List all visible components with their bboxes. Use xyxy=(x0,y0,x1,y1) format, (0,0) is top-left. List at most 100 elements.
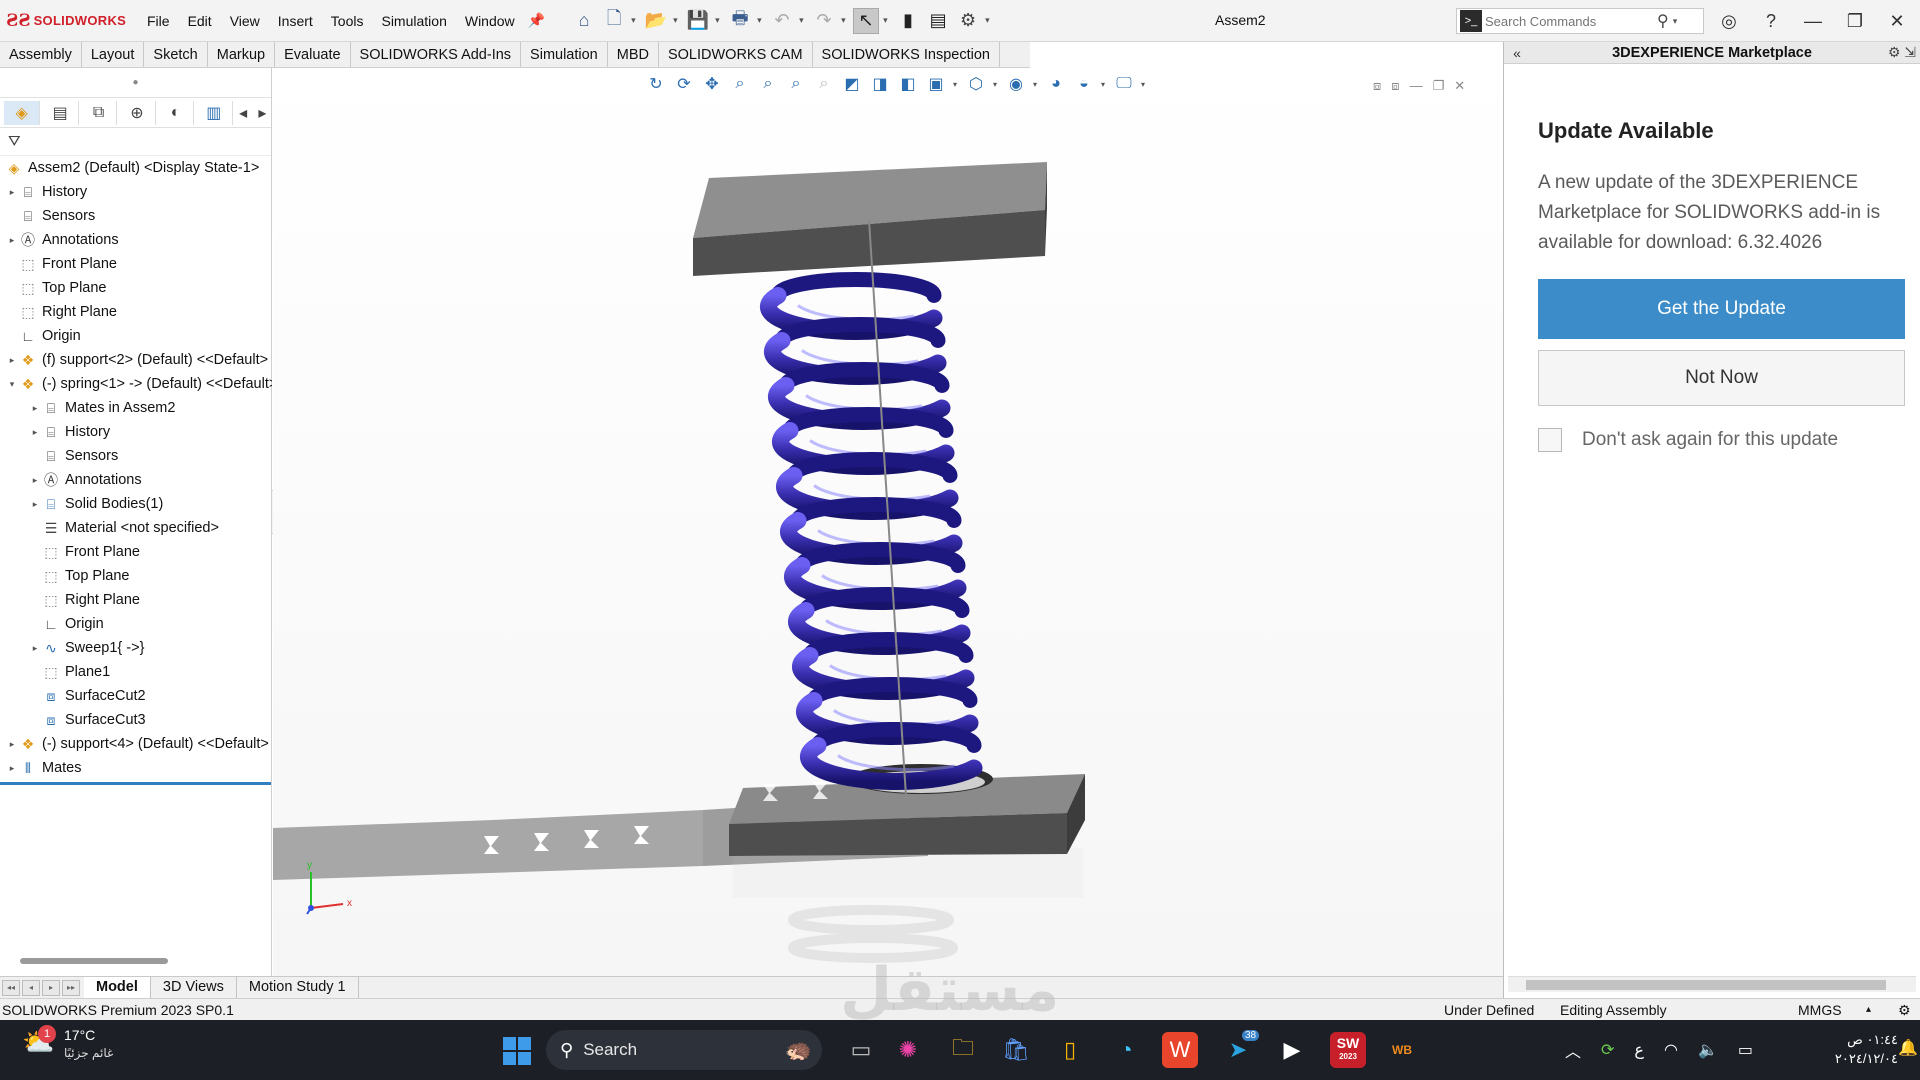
edge-browser-icon[interactable]: ◔ xyxy=(1108,1032,1144,1068)
copilot-icon[interactable]: ✺ xyxy=(890,1032,926,1068)
expand-arrow-icon[interactable]: ▸ xyxy=(29,427,41,438)
tree-item-top-plane[interactable]: ⬚ Top Plane xyxy=(18,276,106,300)
tree-item-history[interactable]: ▸ ⌸ History xyxy=(6,180,87,204)
pan-icon[interactable]: ✥ xyxy=(701,74,723,94)
tab-motion-study-1[interactable]: Motion Study 1 xyxy=(237,977,359,998)
tree-item-origin[interactable]: ∟ Origin xyxy=(18,324,81,348)
search-dropdown-icon[interactable]: ▾ xyxy=(1673,16,1678,27)
tree-item-sweep1[interactable]: ▸ ∿ Sweep1{ ->} xyxy=(29,636,145,660)
tab-solidworks-inspection[interactable]: SOLIDWORKS Inspection xyxy=(813,42,1000,67)
google-keep-icon[interactable]: ▯ xyxy=(1052,1032,1088,1068)
weather-widget[interactable]: ⛅ 1 17°C غائم جزئيًا xyxy=(22,1025,113,1062)
scene-dropdown-icon[interactable]: ▾ xyxy=(1101,80,1107,89)
tab-layout[interactable]: Layout xyxy=(82,42,145,67)
hide-show-icon[interactable]: ⬡ xyxy=(965,74,987,94)
telegram-icon[interactable]: ➤ 38 xyxy=(1220,1030,1260,1068)
tile-left-icon[interactable]: ⧈ xyxy=(1373,78,1381,94)
tree-item-history-2[interactable]: ▸ ⌸ History xyxy=(29,420,110,444)
filter-icon[interactable]: ⛛ xyxy=(0,128,271,156)
task-pane-scrollbar[interactable] xyxy=(1508,976,1916,992)
media-player-icon[interactable]: ▶ xyxy=(1274,1032,1310,1068)
zoom-to-fit-icon[interactable]: ⌕ xyxy=(729,75,751,93)
pin-menu-icon[interactable]: 📌 xyxy=(528,12,545,29)
menu-edit[interactable]: Edit xyxy=(179,0,221,42)
expand-arrow-icon[interactable]: ▸ xyxy=(6,763,18,774)
print-dropdown-icon[interactable]: ▾ xyxy=(757,15,765,26)
minimize-icon[interactable]: — xyxy=(1799,11,1827,32)
home-icon[interactable]: ⌂ xyxy=(571,8,597,34)
collapse-arrow-icon[interactable]: ▾ xyxy=(6,379,18,390)
cam-tab-icon[interactable]: ▥ xyxy=(196,100,233,125)
tab-sketch[interactable]: Sketch xyxy=(144,42,208,67)
expand-arrow-icon[interactable]: ▸ xyxy=(29,475,41,486)
viewport-minimize-icon[interactable]: — xyxy=(1410,78,1423,94)
tree-item-mates[interactable]: ▸ ⫴ Mates xyxy=(6,756,82,777)
undo-icon[interactable]: ↶ xyxy=(769,8,795,34)
configuration-manager-tab-icon[interactable]: ⧉ xyxy=(81,100,118,125)
tab-scroll-left-icon[interactable]: ◂ xyxy=(235,101,252,125)
input-language-indicator[interactable]: ع xyxy=(1634,1040,1644,1060)
tab-3d-views[interactable]: 3D Views xyxy=(151,977,237,998)
expand-arrow-icon[interactable]: ▸ xyxy=(6,739,18,750)
open-dropdown-icon[interactable]: ▾ xyxy=(673,15,681,26)
tree-item-top-plane-2[interactable]: ⬚ Top Plane xyxy=(41,564,129,588)
section-view-icon[interactable]: ◩ xyxy=(841,74,863,94)
tab-solidworks-cam[interactable]: SOLIDWORKS CAM xyxy=(659,42,813,67)
menu-view[interactable]: View xyxy=(221,0,269,42)
feature-manager-tab-icon[interactable]: ◈ xyxy=(4,100,41,125)
search-input[interactable] xyxy=(1485,13,1655,29)
tree-root[interactable]: ◈ Assem2 (Default) <Display State-1> xyxy=(4,156,260,180)
viewport-close-icon[interactable]: ✕ xyxy=(1454,78,1465,94)
show-hidden-icons-icon[interactable]: ︿ xyxy=(1565,1038,1581,1062)
windows-start-icon[interactable] xyxy=(503,1037,531,1065)
help-icon[interactable]: ? xyxy=(1757,11,1785,32)
file-explorer-icon[interactable]: 🗀 xyxy=(945,1032,981,1068)
display-style-icon[interactable]: ▣ xyxy=(925,74,947,94)
zoom-to-selection-icon[interactable]: ⌕ xyxy=(785,75,807,93)
redo-icon[interactable]: ↷ xyxy=(811,8,837,34)
new-document-icon[interactable]: 🗋 xyxy=(601,8,627,34)
expand-arrow-icon[interactable]: ▸ xyxy=(29,499,41,510)
save-dropdown-icon[interactable]: ▾ xyxy=(715,15,723,26)
taskbar-clock[interactable]: ٠١:٤٤ ص ٢٠٢٤/١٢/٠٤ xyxy=(1798,1030,1898,1068)
units-dropdown-icon[interactable]: ▴ xyxy=(1866,1004,1871,1015)
save-icon[interactable]: 💾 xyxy=(685,8,711,34)
tree-item-material[interactable]: ☰ Material <not specified> xyxy=(41,516,219,540)
options-dropdown-icon[interactable]: ▾ xyxy=(985,15,993,26)
wps-office-icon[interactable]: W xyxy=(1162,1032,1198,1068)
monitor-view-icon[interactable]: 🖵 xyxy=(1113,75,1135,93)
tree-item-origin-2[interactable]: ∟ Origin xyxy=(41,612,104,636)
top-support[interactable] xyxy=(693,162,1047,276)
appearance-icon[interactable]: ◕ xyxy=(1045,75,1067,93)
microsoft-store-icon[interactable]: 🛍 xyxy=(998,1032,1034,1068)
file-properties-icon[interactable]: ▤ xyxy=(925,8,951,34)
panel-grip[interactable]: ● xyxy=(0,68,271,98)
menu-file[interactable]: File xyxy=(138,0,179,42)
task-view-icon[interactable]: ▭ xyxy=(843,1032,879,1068)
tree-item-spring-1[interactable]: ▾ ❖ (-) spring<1> -> (Default) <<Default… xyxy=(6,372,272,396)
zoom-to-area-icon[interactable]: ⌕ xyxy=(757,75,779,93)
graphics-area[interactable]: ↻ ⟳ ✥ ⌕ ⌕ ⌕ ⌕ ◩ ◨ ◧ ▣ ▾ ⬡ ▾ ◉ ▾ ◕ ◒ ▾ 🖵 ▾ ⧈ ⧈… xyxy=(273,68,1503,976)
tree-item-mates-in-assem2[interactable]: ▸ ⌸ Mates in Assem2 xyxy=(29,396,176,420)
tree-item-annotations[interactable]: ▸ Ⓐ Annotations xyxy=(6,228,119,252)
scene-icon[interactable]: ◒ xyxy=(1073,75,1095,93)
solidworks-taskbar-icon[interactable]: SW 2023 xyxy=(1330,1032,1366,1068)
tree-item-support-2[interactable]: ▸ ❖ (f) support<2> (Default) <<Default> xyxy=(6,348,268,372)
dynamic-annotation-icon[interactable]: ◨ xyxy=(869,74,891,94)
tree-item-sensors-2[interactable]: ⌸ Sensors xyxy=(41,444,118,468)
select-dropdown-icon[interactable]: ▾ xyxy=(883,15,891,26)
rebuild-icon[interactable]: ▮ xyxy=(895,8,921,34)
last-tab-icon[interactable]: ▸▸ xyxy=(62,979,80,996)
options-gear-icon[interactable]: ⚙ xyxy=(955,8,981,34)
menu-insert[interactable]: Insert xyxy=(269,0,322,42)
pane-settings-icon[interactable]: ⚙ ⇲ xyxy=(1888,44,1916,61)
tree-item-surfacecut3[interactable]: ⧈ SurfaceCut3 xyxy=(41,708,146,732)
new-dropdown-icon[interactable]: ▾ xyxy=(631,15,639,26)
first-tab-icon[interactable]: ◂◂ xyxy=(2,979,20,996)
view-settings-dropdown-icon[interactable]: ▾ xyxy=(1033,80,1039,89)
scrollbar-thumb[interactable] xyxy=(1526,980,1886,990)
dimxpert-tab-icon[interactable]: ⊕ xyxy=(119,100,156,125)
expand-arrow-icon[interactable]: ▸ xyxy=(6,235,18,246)
tree-item-support-4[interactable]: ▸ ❖ (-) support<4> (Default) <<Default> xyxy=(6,732,269,756)
tab-markup[interactable]: Markup xyxy=(208,42,276,67)
